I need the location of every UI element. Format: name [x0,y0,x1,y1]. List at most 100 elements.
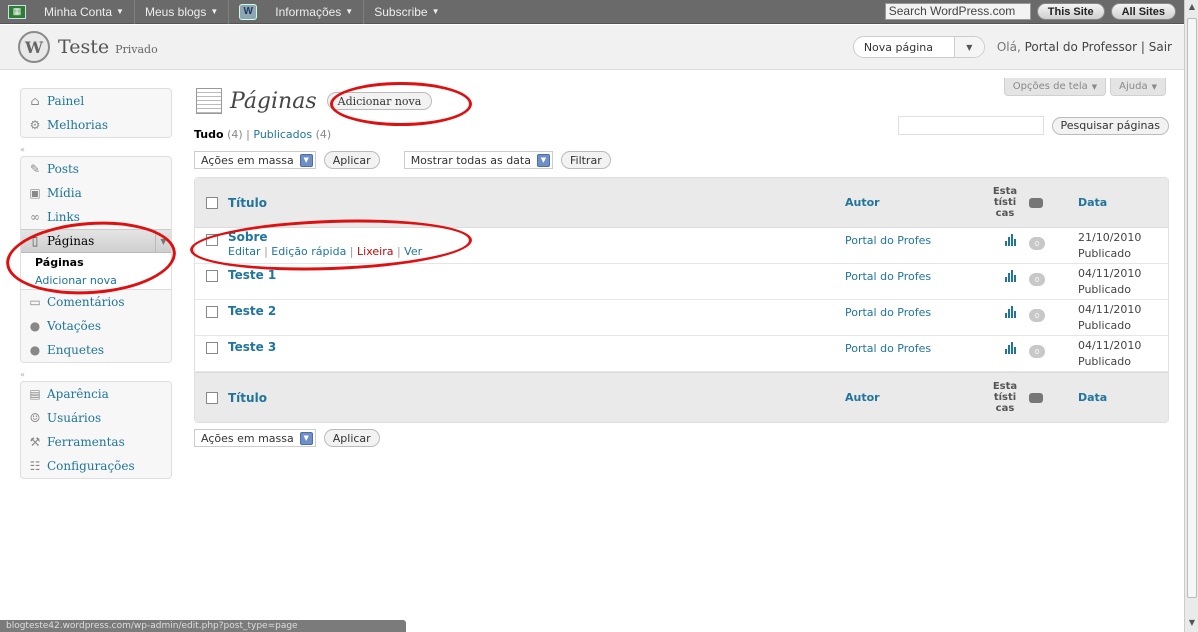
row-checkbox[interactable] [206,342,218,354]
row-author[interactable]: Portal do Profes [845,270,931,283]
sidebar-item-melhorias[interactable]: ⚙ Melhorias [21,113,171,137]
caret-icon: ▼ [210,7,219,16]
sidebar-group-dashboard: ⌂ Painel ⚙ Melhorias [20,88,172,138]
column-date-header[interactable]: Data [1078,196,1107,209]
row-checkbox[interactable] [206,306,218,318]
admin-bar-right: Search WordPress.com This Site All Sites [884,3,1184,20]
date-filter-select[interactable]: Mostrar todas as data ▼ [403,151,553,169]
stats-icon[interactable] [995,234,1025,246]
sidebar-item-enquetes[interactable]: ● Enquetes [21,338,171,362]
pages-table: Título Autor Esta tísti cas Data Sobre E… [194,177,1169,423]
comment-count-bubble[interactable]: 0 [1029,345,1045,358]
apply-button[interactable]: Aplicar [323,151,380,169]
home-icon: ⌂ [30,94,40,108]
select-all-checkbox[interactable] [206,391,218,404]
new-page-label[interactable]: Nova página [854,41,954,54]
sidebar-group-settings: ▤ Aparência ☺ Usuários ⚒ Ferramentas ☷ Confi… [20,381,172,479]
bulk-actions-select[interactable]: Ações em massa ▼ [194,429,316,447]
apply-button[interactable]: Aplicar [323,429,380,447]
row-author[interactable]: Portal do Profes [845,306,931,319]
logout-link[interactable]: Sair [1149,40,1172,54]
sidebar-item-usuarios[interactable]: ☺ Usuários [21,406,171,430]
row-author[interactable]: Portal do Profes [845,342,931,355]
media-icon: ▣ [29,186,41,200]
column-title-header[interactable]: Título [228,391,267,405]
users-icon: ☺ [29,411,41,425]
poll-icon: ● [29,319,41,333]
row-title-link[interactable]: Teste 3 [228,340,276,354]
all-sites-button[interactable]: All Sites [1110,3,1176,20]
comment-count-bubble[interactable]: 0 [1029,273,1045,286]
annotation-ellipse-add-new [330,82,472,126]
search-pages-button[interactable]: Pesquisar páginas [1051,116,1169,135]
row-title-link[interactable]: Teste 1 [228,268,276,282]
browser-window: ▦ Minha Conta ▼ Meus blogs ▼ W Informações ▼… [0,0,1198,632]
wordpress-search-input[interactable]: Search WordPress.com [884,3,1031,20]
admin-bar: ▦ Minha Conta ▼ Meus blogs ▼ W Informações ▼… [0,0,1184,24]
survey-icon: ● [29,343,41,357]
menu-my-blogs[interactable]: Meus blogs ▼ [135,0,230,24]
filter-published[interactable]: Publicados [253,128,312,141]
user-link[interactable]: Portal do Professor [1025,40,1138,54]
sidebar-item-posts[interactable]: ✎ Posts [21,157,171,181]
menu-subscribe[interactable]: Subscribe ▼ [364,0,449,24]
sidebar-item-midia[interactable]: ▣ Mídia [21,181,171,205]
column-author-header[interactable]: Autor [845,391,880,404]
table-row: Teste 2 Portal do Profes 0 04/11/2010 Pub… [195,300,1168,336]
stats-icon[interactable] [995,270,1025,282]
comment-count-bubble[interactable]: 0 [1029,237,1045,250]
scrollbar-thumb[interactable] [1187,18,1197,598]
new-page-dropdown[interactable]: Nova página ▼ [852,36,985,58]
sidebar-item-votacoes[interactable]: ● Votações [21,314,171,338]
tools-icon: ⚒ [29,435,41,449]
stats-icon[interactable] [995,342,1025,354]
scroll-up-icon[interactable]: ▲ [1187,2,1197,12]
comment-count-bubble[interactable]: 0 [1029,309,1045,322]
chevron-down-icon: ▼ [299,431,313,445]
site-header: W Teste Privado Nova página ▼ Olá, Porta… [0,25,1184,70]
settings-icon: ☷ [29,459,41,473]
menu-my-account[interactable]: Minha Conta ▼ [34,0,135,24]
caret-icon: ▼ [116,7,124,16]
wordpress-logo-icon: W [18,31,50,63]
vertical-scrollbar[interactable]: ▲ ▼ [1184,0,1198,632]
sidebar-item-configuracoes[interactable]: ☷ Configurações [21,454,171,478]
scroll-down-icon[interactable]: ▼ [1187,618,1197,628]
column-stats-header: Esta tísti cas [992,186,1018,219]
sidebar-item-painel[interactable]: ⌂ Painel [21,89,171,113]
sidebar-separator: « [20,369,25,379]
row-title-link[interactable]: Teste 2 [228,304,276,318]
sidebar-item-ferramentas[interactable]: ⚒ Ferramentas [21,430,171,454]
bottom-tablenav: Ações em massa ▼ Aplicar [194,429,380,447]
stats-icon[interactable] [995,306,1025,318]
blog-icon[interactable]: ▦ [8,4,26,19]
search-input[interactable] [897,116,1044,135]
column-date-header[interactable]: Data [1078,391,1107,404]
column-title-header[interactable]: Título [228,196,267,210]
status-filters: Tudo (4) | Publicados (4) [194,128,332,141]
sidebar-item-aparencia[interactable]: ▤ Aparência [21,382,171,406]
bulk-actions-select[interactable]: Ações em massa ▼ [194,151,316,169]
column-author-header[interactable]: Autor [845,196,880,209]
comment-icon: ▭ [29,295,41,309]
filter-all[interactable]: Tudo [194,128,224,141]
site-privacy: Privado [115,42,158,56]
this-site-button[interactable]: This Site [1036,3,1105,20]
caret-icon: ▼ [431,7,440,16]
link-icon: ∞ [30,210,40,224]
filter-button[interactable]: Filtrar [560,151,611,169]
appearance-icon: ▤ [29,387,41,401]
site-title[interactable]: Teste [58,36,109,58]
chevron-down-icon: ▼ [299,153,313,167]
menu-info[interactable]: W Informações ▼ [229,0,365,24]
table-row: Teste 3 Portal do Profes 0 04/11/2010 Pub… [195,336,1168,372]
row-date: 04/11/2010 Publicado [1078,267,1142,296]
row-author[interactable]: Portal do Profes [845,234,931,247]
chevron-down-icon[interactable]: ▼ [953,37,984,57]
page-title: Páginas [230,88,317,114]
gear-icon: ⚙ [29,118,41,132]
browser-status-bar: blogteste42.wordpress.com/wp-admin/edit.… [0,620,406,632]
header-right: Nova página ▼ Olá, Portal do Professor |… [852,36,1184,58]
row-checkbox[interactable] [206,270,218,282]
select-all-checkbox[interactable] [206,196,218,209]
